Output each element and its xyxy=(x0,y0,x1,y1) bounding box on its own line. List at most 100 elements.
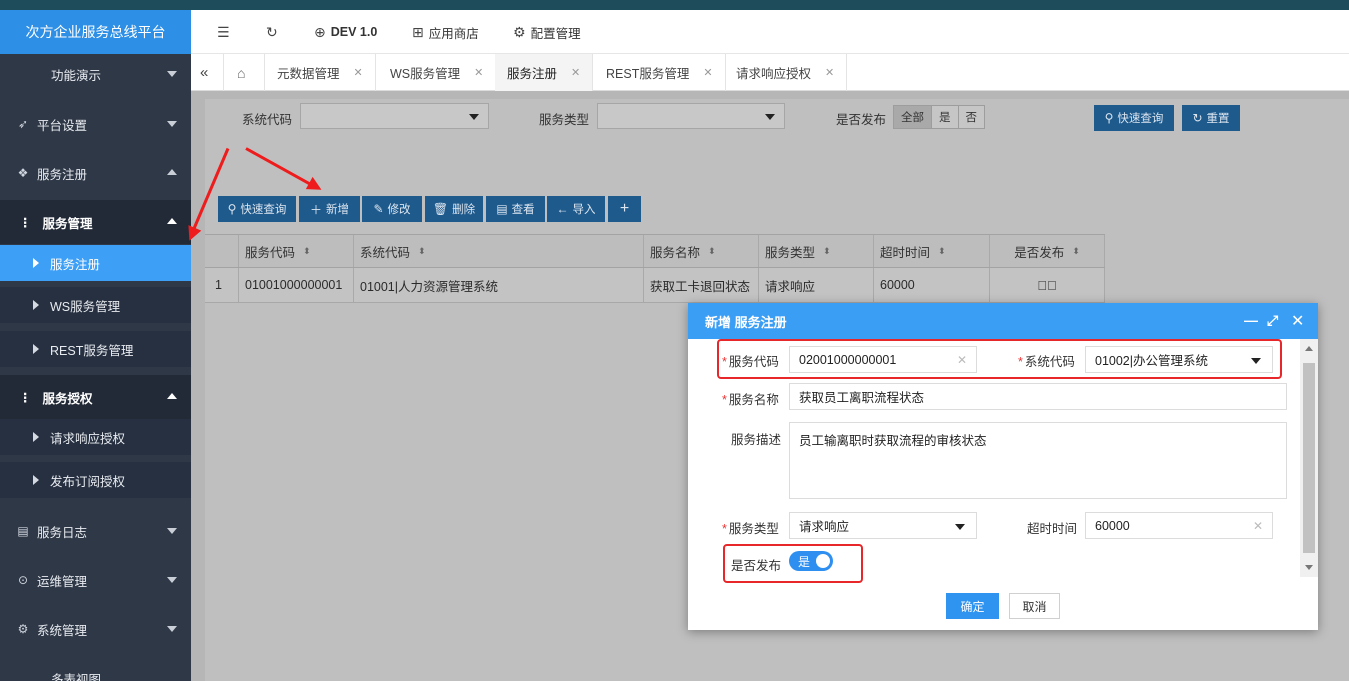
tab-label: 请求响应授权 xyxy=(736,67,812,81)
pencil-icon: ✎ xyxy=(373,202,384,216)
input-value: 60000 xyxy=(1095,518,1130,533)
more-button[interactable]: + xyxy=(608,196,641,222)
top-stripe xyxy=(0,0,1349,10)
header-service-code[interactable]: 服务代码 ⬍ xyxy=(239,235,354,267)
close-icon[interactable]: ✕ xyxy=(571,66,580,79)
tab-scroll-left[interactable]: « xyxy=(191,54,224,91)
segment-yes[interactable]: 是 xyxy=(932,106,959,128)
scroll-down-icon[interactable] xyxy=(1305,565,1313,570)
service-desc-textarea[interactable]: 员工输离职时获取流程的审核状态 xyxy=(789,422,1287,499)
cancel-button[interactable]: 取消 xyxy=(1009,593,1060,619)
filter-reset-button[interactable]: ↻ 重置 xyxy=(1182,105,1240,131)
sidebar-sub-pubsub-auth[interactable]: 发布订阅授权 xyxy=(0,462,191,498)
add-button[interactable]: ＋ 新增 xyxy=(299,196,360,222)
vertical-dots-icon: ⋮ xyxy=(19,215,32,230)
sort-icon: ⬍ xyxy=(1072,245,1080,256)
import-button[interactable]: ← 导入 xyxy=(547,196,605,222)
tab-metadata[interactable]: 元数据管理 ✕ xyxy=(265,54,376,91)
sidebar-group-label: 服务管理 xyxy=(42,216,93,231)
sidebar-item-multi-view[interactable]: 多表视图 xyxy=(0,658,191,681)
service-name-label: * 服务名称 xyxy=(722,393,779,407)
tab-label: 元数据管理 xyxy=(277,67,340,81)
env-button[interactable]: ⊕ DEV 1.0 xyxy=(314,10,377,54)
sidebar-item-label: 服务注册 xyxy=(37,167,88,182)
app-title: 次方企业服务总线平台 xyxy=(0,10,191,54)
plus-icon: ＋ xyxy=(309,202,322,217)
cell-service-name: 获取工卡退回状态 xyxy=(644,268,759,302)
refresh-icon: ↻ xyxy=(1192,111,1203,125)
service-desc-label: 服务描述 xyxy=(731,433,782,447)
confirm-button[interactable]: 确定 xyxy=(946,593,999,619)
sidebar-group-service-auth[interactable]: ⋮ 服务授权 xyxy=(0,375,191,419)
sidebar-sub-rest-manage[interactable]: REST服务管理 xyxy=(0,331,191,367)
sidebar-sub-ws-manage[interactable]: WS服务管理 xyxy=(0,287,191,323)
input-value: 获取员工离职流程状态 xyxy=(799,391,925,405)
annotation-highlight-box xyxy=(717,339,1282,379)
table-header: 服务代码 ⬍ 系统代码 ⬍ 服务名称 ⬍ 服务类型 ⬍ 超时时间 ⬍ 是否发布 ⬍ xyxy=(205,234,1105,268)
close-icon[interactable]: ✕ xyxy=(354,66,363,79)
config-button[interactable]: ⚙ 配置管理 xyxy=(513,10,581,54)
tab-ws-manage[interactable]: WS服务管理 ✕ xyxy=(378,54,497,91)
chevron-down-icon xyxy=(167,71,177,77)
header-service-name[interactable]: 服务名称 ⬍ xyxy=(644,235,759,267)
button-label: 导入 xyxy=(572,204,596,216)
sidebar-item-service-register[interactable]: ❖ 服务注册 xyxy=(0,153,191,193)
tab-home[interactable]: ⌂ xyxy=(224,54,265,91)
filter-system-code-select[interactable] xyxy=(300,103,489,129)
segment-no[interactable]: 否 xyxy=(958,106,984,128)
close-icon[interactable]: ✕ xyxy=(825,66,834,79)
button-label: 快速查询 xyxy=(1117,113,1164,125)
minimize-icon[interactable]: — xyxy=(1244,312,1258,328)
annotation-highlight-box xyxy=(723,544,863,583)
tab-request-auth[interactable]: 请求响应授权 ✕ xyxy=(724,54,848,91)
close-icon[interactable]: ✕ xyxy=(1291,311,1304,331)
sidebar-sub-label: 服务注册 xyxy=(50,257,101,272)
tab-bar: « ⌂ 元数据管理 ✕ WS服务管理 ✕ 服务注册 ✕ REST服务管理 ✕ 请求响应授… xyxy=(191,54,1349,91)
dropdown-icon xyxy=(955,524,965,530)
sidebar-item-platform-settings[interactable]: ➶ 平台设置 xyxy=(0,104,191,144)
filter-service-type-select[interactable] xyxy=(597,103,785,129)
header-service-type[interactable]: 服务类型 ⬍ xyxy=(759,235,874,267)
close-icon[interactable]: ✕ xyxy=(703,66,712,79)
delete-button[interactable]: 🗑 删除 xyxy=(425,196,483,222)
check-circle-icon: ✓⃝ xyxy=(1037,277,1057,293)
segment-all[interactable]: 全部 xyxy=(894,106,932,128)
tab-rest-manage[interactable]: REST服务管理 ✕ xyxy=(594,54,726,91)
quick-query-button[interactable]: ⚲ 快速查询 xyxy=(218,196,296,222)
menu-toggle-button[interactable]: ☰ xyxy=(217,10,230,54)
filter-service-type-label: 服务类型 xyxy=(539,113,590,127)
file-icon: ▤ xyxy=(17,524,29,538)
sidebar-group-service-manage[interactable]: ⋮ 服务管理 xyxy=(0,200,191,244)
refresh-button[interactable]: ↻ xyxy=(266,10,278,54)
header-system-code[interactable]: 系统代码 ⬍ xyxy=(354,235,644,267)
dropdown-icon xyxy=(765,114,775,120)
edit-button[interactable]: ✎ 修改 xyxy=(362,196,422,222)
tab-service-register[interactable]: 服务注册 ✕ xyxy=(495,54,594,91)
sidebar-sub-label: REST服务管理 xyxy=(50,343,134,358)
caret-right-icon xyxy=(33,300,39,310)
chevron-down-icon xyxy=(167,577,177,583)
header-timeout[interactable]: 超时时间 ⬍ xyxy=(874,235,990,267)
scroll-up-icon[interactable] xyxy=(1305,346,1313,351)
filter-quick-query-button[interactable]: ⚲ 快速查询 xyxy=(1094,105,1174,131)
header-published[interactable]: 是否发布 ⬍ xyxy=(990,235,1105,267)
service-type-select[interactable]: 请求响应 xyxy=(789,512,977,539)
header-label: 超时时间 xyxy=(880,245,931,260)
refresh-icon: ↻ xyxy=(266,23,278,40)
app-store-button[interactable]: ⊞ 应用商店 xyxy=(412,10,479,54)
timeout-input[interactable]: 60000 ✕ xyxy=(1085,512,1273,539)
sidebar-item-demo[interactable]: 功能演示 xyxy=(0,54,191,94)
sidebar-sub-service-register[interactable]: 服务注册 xyxy=(0,245,191,281)
dialog-scrollbar[interactable] xyxy=(1300,339,1318,577)
scroll-thumb[interactable] xyxy=(1303,363,1315,553)
view-button[interactable]: ▤ 查看 xyxy=(486,196,545,222)
table-row[interactable]: 1 01001000000001 01001|人力资源管理系统 获取工卡退回状态… xyxy=(205,268,1105,303)
sidebar-sub-request-auth[interactable]: 请求响应授权 xyxy=(0,419,191,455)
sidebar-item-service-log[interactable]: ▤ 服务日志 xyxy=(0,511,191,551)
close-icon[interactable]: ✕ xyxy=(474,66,483,79)
maximize-icon[interactable]: ⤢ xyxy=(1267,312,1278,329)
sidebar-item-system[interactable]: ⚙ 系统管理 xyxy=(0,609,191,649)
service-name-input[interactable]: 获取员工离职流程状态 xyxy=(789,383,1287,410)
clear-icon[interactable]: ✕ xyxy=(1253,519,1263,533)
sidebar-item-ops[interactable]: ⊙ 运维管理 xyxy=(0,560,191,600)
